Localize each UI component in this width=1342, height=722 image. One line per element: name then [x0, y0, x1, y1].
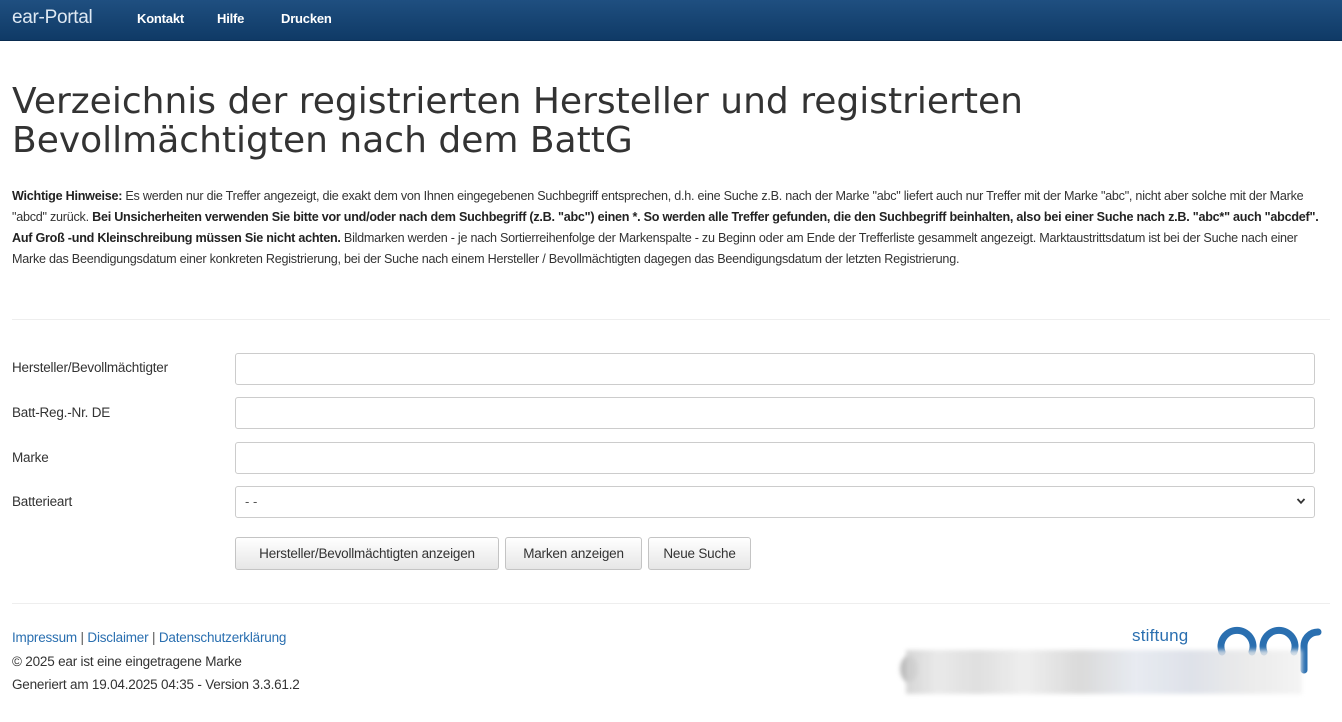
regnr-input[interactable]	[235, 397, 1315, 429]
regnr-label: Batt-Reg.-Nr. DE	[12, 405, 111, 420]
brand-label: Marke	[12, 450, 49, 465]
battery-type-label: Batterieart	[12, 494, 73, 509]
show-brands-button[interactable]: Marken anzeigen	[505, 537, 642, 570]
new-search-button[interactable]: Neue Suche	[648, 537, 751, 570]
battery-type-select[interactable]: - -	[235, 486, 1315, 518]
show-manufacturers-button[interactable]: Hersteller/Bevollmächtigten anzeigen	[235, 537, 499, 570]
obscured-logo-text	[906, 650, 1302, 694]
nav-hilfe[interactable]: Hilfe	[217, 11, 244, 26]
footer-separator: |	[80, 630, 85, 645]
impressum-link[interactable]: Impressum	[12, 630, 77, 645]
manufacturer-input[interactable]	[235, 353, 1315, 385]
brand-link[interactable]: ear-Portal	[12, 7, 93, 29]
footer-links: Impressum | Disclaimer | Datenschutzerkl…	[12, 630, 286, 645]
privacy-link[interactable]: Datenschutzerklärung	[159, 630, 287, 645]
copyright-text: © 2025 ear ist eine eingetragene Marke	[12, 654, 242, 669]
divider	[12, 319, 1330, 320]
battery-type-selected: - -	[245, 494, 258, 509]
logo-stiftung-text: stiftung	[1132, 626, 1189, 645]
nav-drucken[interactable]: Drucken	[281, 11, 332, 26]
generated-text: Generiert am 19.04.2025 04:35 - Version …	[12, 677, 300, 692]
manufacturer-label: Hersteller/Bevollmächtigter	[12, 360, 168, 375]
footer-separator: |	[151, 630, 156, 645]
nav-kontakt[interactable]: Kontakt	[137, 11, 184, 26]
footer-divider	[12, 603, 1330, 604]
top-navbar: ear-Portal Kontakt Hilfe Drucken	[0, 0, 1342, 41]
important-notes: Wichtige Hinweise: Es werden nur die Tre…	[12, 186, 1332, 270]
disclaimer-link[interactable]: Disclaimer	[87, 630, 148, 645]
chevron-down-icon	[1296, 498, 1306, 505]
notes-label: Wichtige Hinweise:	[12, 189, 123, 203]
brand-input[interactable]	[235, 442, 1315, 474]
page-title: Verzeichnis der registrierten Hersteller…	[12, 81, 1023, 161]
